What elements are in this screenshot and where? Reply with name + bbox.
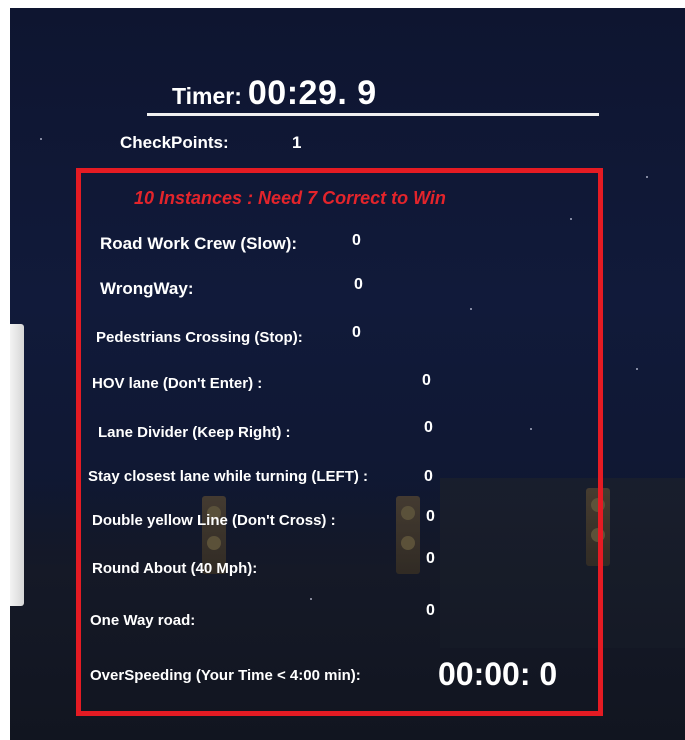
instances-header: 10 Instances : Need 7 Correct to Win — [134, 188, 446, 208]
checkpoints-value: 1 — [292, 133, 302, 152]
instance-value-stay-closest-lane: 0 — [424, 468, 433, 485]
instance-label-double-yellow: Double yellow Line (Don't Cross) : — [92, 512, 336, 529]
timer-underline — [147, 113, 599, 116]
timer-label: Timer: — [172, 83, 242, 109]
timer-value: 00:29. 9 — [247, 74, 377, 112]
instance-value-lane-divider: 0 — [424, 419, 433, 436]
overspeeding-value: 00:00: 0 — [438, 656, 558, 692]
instance-value-double-yellow: 0 — [426, 508, 435, 525]
checkpoints-label: CheckPoints: — [120, 133, 229, 152]
instance-value-pedestrians: 0 — [352, 324, 361, 341]
instance-value-wrong-way: 0 — [354, 276, 363, 293]
instance-value-round-about: 0 — [426, 550, 435, 567]
side-panel-edge — [10, 324, 24, 606]
instance-label-wrong-way: WrongWay: — [100, 279, 194, 298]
star-dot — [646, 176, 648, 178]
instance-value-one-way: 0 — [426, 602, 435, 619]
instance-value-hov-lane: 0 — [422, 372, 431, 389]
game-viewport: Timer: 00:29. 9 CheckPoints: 1 10 Instan… — [10, 8, 685, 740]
instance-label-road-work: Road Work Crew (Slow): — [100, 234, 298, 253]
timer-display: Timer: 00:29. 9 — [172, 74, 377, 113]
instance-label-round-about: Round About (40 Mph): — [92, 560, 258, 577]
star-dot — [636, 368, 638, 370]
instance-label-one-way: One Way road: — [90, 612, 196, 629]
instance-label-pedestrians: Pedestrians Crossing (Stop): — [96, 329, 303, 346]
instance-label-lane-divider: Lane Divider (Keep Right) : — [98, 424, 291, 441]
instance-value-road-work: 0 — [352, 232, 361, 249]
instance-label-stay-closest-lane: Stay closest lane while turning (LEFT) : — [88, 468, 369, 485]
overspeeding-label: OverSpeeding (Your Time < 4:00 min): — [90, 667, 361, 684]
star-dot — [40, 138, 42, 140]
instance-label-hov-lane: HOV lane (Don't Enter) : — [92, 375, 263, 392]
